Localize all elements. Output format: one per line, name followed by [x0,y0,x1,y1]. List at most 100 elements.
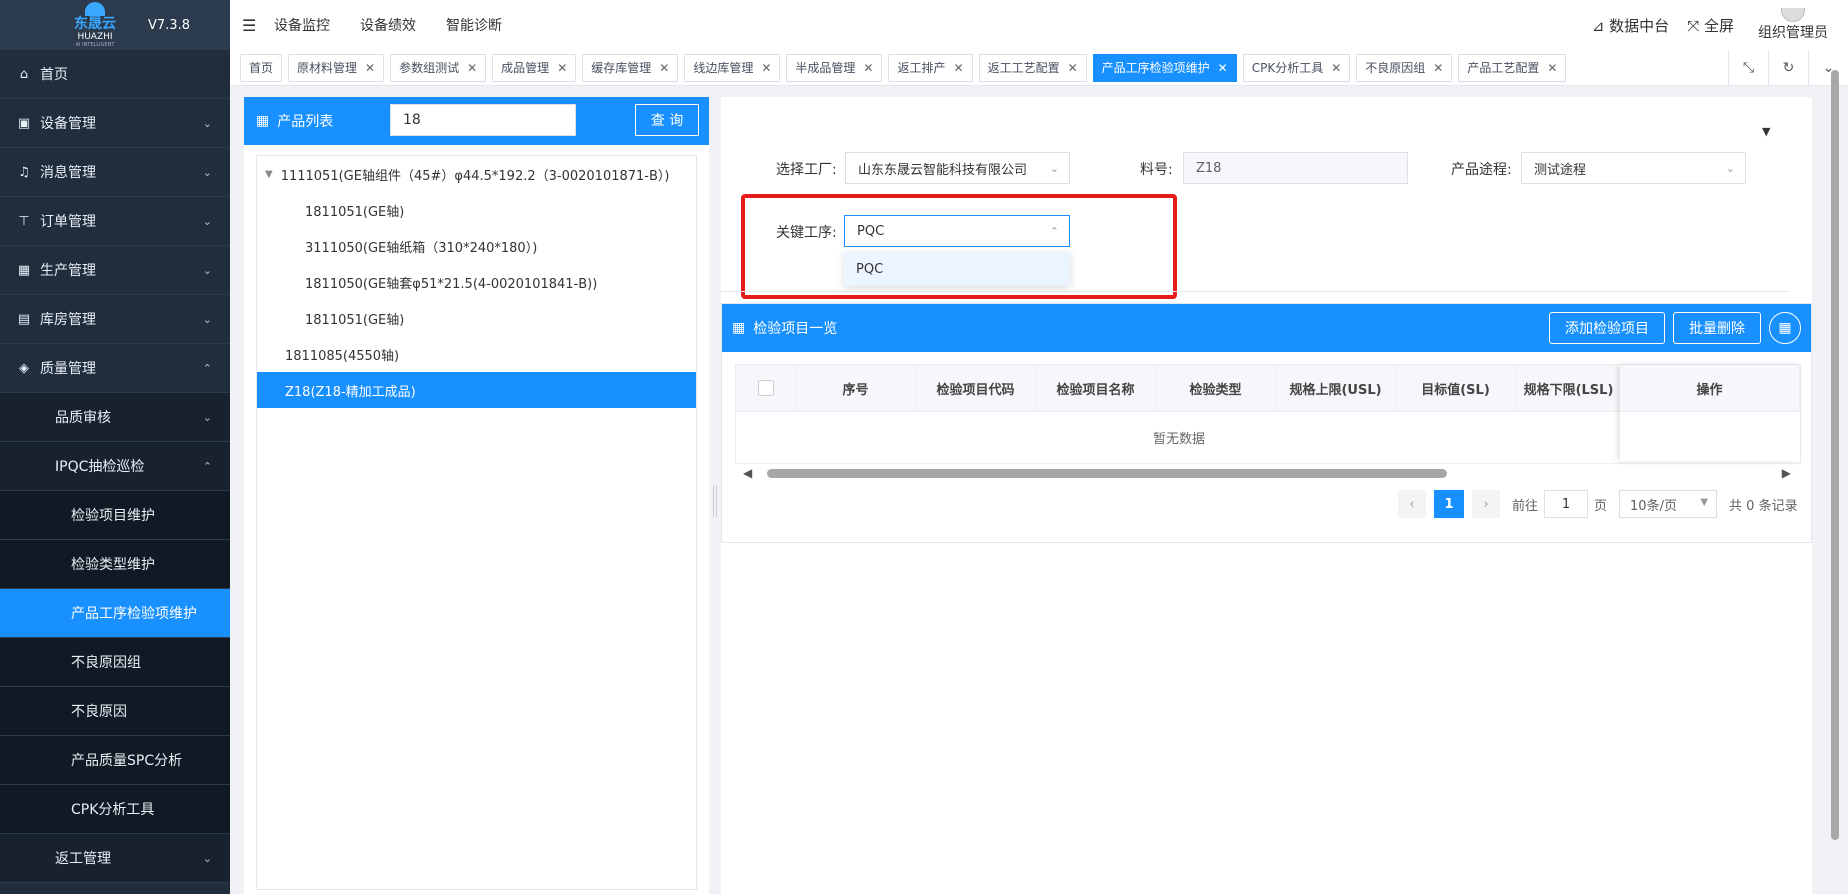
tab-param-group[interactable]: 参数组测试 ✕ [390,53,487,82]
tab-line-side[interactable]: 线边库管理 ✕ [684,53,781,82]
tab-cpk[interactable]: CPK分析工具 ✕ [1242,53,1351,82]
factory-select[interactable]: 山东东晟云智能科技有限公司 ⌄ [845,152,1070,184]
horizontal-scrollbar[interactable]: ◀ ▶ [735,466,1801,480]
product-search-input[interactable]: 18 [390,104,576,136]
close-icon[interactable]: ✕ [365,61,375,75]
close-icon[interactable]: ✕ [1331,61,1341,75]
chevron-up-icon: ⌃ [202,459,212,473]
grid-icon: ▦ [256,113,270,129]
sidebar-item-order[interactable]: ⊤ 订单管理 ⌄ [0,197,230,246]
route-select[interactable]: 测试途程 ⌄ [1521,152,1746,184]
chevron-down-icon: ⌄ [1725,161,1735,175]
tab-product-process[interactable]: 产品工艺配置 ✕ [1458,53,1567,82]
close-icon[interactable]: ✕ [954,61,964,75]
close-icon[interactable]: ✕ [863,61,873,75]
chevron-down-icon: ⌄ [202,116,212,130]
add-inspection-button[interactable]: 添加检验项目 [1549,312,1665,344]
current-page[interactable]: 1 [1434,490,1464,518]
sidebar-item-inspection-items[interactable]: 检验项目维护 [0,491,230,540]
close-icon[interactable]: ✕ [1218,61,1228,75]
sidebar-item-warehouse[interactable]: ▤ 库房管理 ⌄ [0,295,230,344]
goto-page-input[interactable]: 1 [1544,490,1589,518]
sidebar-item-home[interactable]: ⌂ 首页 [0,50,230,99]
tree-node[interactable]: 1811050(GE轴套φ51*21.5(4-0020101841-B)) [257,264,696,300]
close-icon[interactable]: ✕ [467,61,477,75]
data-center-link[interactable]: ⊿ 数据中台 [1592,15,1669,36]
tab-label: 参数组测试 [399,61,460,75]
tab-defect-group[interactable]: 不良原因组 ✕ [1356,53,1453,82]
sidebar-item-quality[interactable]: ◈ 质量管理 ⌃ [0,344,230,393]
close-icon[interactable]: ✕ [1547,61,1557,75]
close-icon[interactable]: ✕ [557,61,567,75]
sidebar-item-message[interactable]: ♫ 消息管理 ⌄ [0,148,230,197]
sidebar-item-label: IPQC抽检巡检 [55,459,145,475]
collapse-caret-icon[interactable]: ▼ [1762,125,1770,138]
expand-icon[interactable]: ⤡ [1728,50,1768,86]
sidebar-item-ipqc[interactable]: IPQC抽检巡检 ⌃ [0,442,230,491]
tab-cache[interactable]: 缓存库管理 ✕ [582,53,679,82]
chevron-down-icon[interactable]: ⌄ [1808,50,1848,86]
sidebar-item-device[interactable]: ▣ 设备管理 ⌄ [0,99,230,148]
fullscreen-link[interactable]: ⤧ 全屏 [1687,15,1734,36]
close-icon[interactable]: ✕ [761,61,771,75]
topnav-device-performance[interactable]: 设备绩效 [360,15,416,35]
vertical-scroll-thumb[interactable] [1831,70,1839,840]
tab-raw-material[interactable]: 原材料管理 ✕ [288,53,385,82]
pagination: ‹ 1 › 前往 1 页 10条/页 ▼ 共 0 条记录 [1398,490,1798,518]
sidebar-item-quality-audit[interactable]: 品质审核 ⌄ [0,393,230,442]
close-icon[interactable]: ✕ [659,61,669,75]
tree-node[interactable]: 3111050(GE轴纸箱（310*240*180）) [257,228,696,264]
bell-icon: ♫ [18,164,30,180]
sidebar-item-defect-group[interactable]: 不良原因组 [0,638,230,687]
tab-home[interactable]: 首页 [240,53,283,82]
product-panel: ▦ 产品列表 18 查 询 ▼ 1111051(GE轴组件（45#）φ44.5*1… [244,97,709,894]
goto-suffix: 页 [1594,498,1608,514]
sidebar-item-rework[interactable]: 返工管理 ⌄ [0,834,230,883]
topnav-smart-diagnosis[interactable]: 智能诊断 [446,15,502,35]
tab-label: 产品工艺配置 [1467,61,1540,75]
vertical-scrollbar[interactable] [1829,50,1841,894]
refresh-icon[interactable]: ↻ [1768,50,1808,86]
menu-fold-icon[interactable]: ☰ [242,16,258,35]
topnav-device-monitor[interactable]: 设备监控 [274,15,330,35]
highlight-box [741,194,1177,299]
tab-finished[interactable]: 成品管理 ✕ [492,53,577,82]
tab-label: 成品管理 [501,61,550,75]
sidebar-item-cpk[interactable]: CPK分析工具 [0,785,230,834]
warehouse-icon: ▤ [17,311,31,327]
sidebar-item-defect-reason[interactable]: 不良原因 [0,687,230,736]
material-label: 料号: [1140,162,1173,178]
user-menu[interactable]: 组织管理员 [1758,8,1828,42]
sidebar-item-inspection-types[interactable]: 检验类型维护 [0,540,230,589]
select-all-checkbox[interactable] [757,380,774,396]
search-button[interactable]: 查 询 [635,104,699,136]
page-size-select[interactable]: 10条/页 ▼ [1619,490,1718,518]
close-icon[interactable]: ✕ [1433,61,1443,75]
tab-rework-process[interactable]: 返工工艺配置 ✕ [978,53,1087,82]
sidebar-item-label: 产品工序检验项维护 [71,606,197,622]
scroll-left-icon[interactable]: ◀ [743,466,752,480]
close-icon[interactable]: ✕ [1068,61,1078,75]
avatar [1781,8,1805,22]
tree-node-selected[interactable]: Z18(Z18-精加工成品) [257,372,696,408]
next-page-button[interactable]: › [1472,490,1500,518]
tree-node[interactable]: 1811051(GE轴) [257,300,696,336]
material-value: Z18 [1196,160,1222,176]
prev-page-button[interactable]: ‹ [1398,490,1426,518]
scroll-right-icon[interactable]: ▶ [1782,466,1791,480]
tree-node[interactable]: 1811085(4550轴) [257,336,696,372]
resize-handle[interactable] [713,485,717,517]
sidebar-item-process-inspection[interactable]: 产品工序检验项维护 [0,589,230,638]
sidebar-item-label: 质量管理 [40,361,96,377]
tree-node[interactable]: 1811051(GE轴) [257,192,696,228]
sidebar-item-label: 库房管理 [40,312,96,328]
tab-semi[interactable]: 半成品管理 ✕ [786,53,883,82]
tab-rework-schedule[interactable]: 返工排产 ✕ [888,53,973,82]
layout-toggle-icon[interactable]: ▦ [1769,312,1801,344]
sidebar-item-production[interactable]: ▦ 生产管理 ⌄ [0,246,230,295]
tab-process-inspection[interactable]: 产品工序检验项维护 ✕ [1092,53,1237,82]
scroll-thumb[interactable] [767,469,1447,478]
tree-node[interactable]: ▼ 1111051(GE轴组件（45#）φ44.5*192.2（3-0020101… [257,156,696,192]
batch-delete-button[interactable]: 批量删除 [1673,312,1761,344]
sidebar-item-spc[interactable]: 产品质量SPC分析 [0,736,230,785]
